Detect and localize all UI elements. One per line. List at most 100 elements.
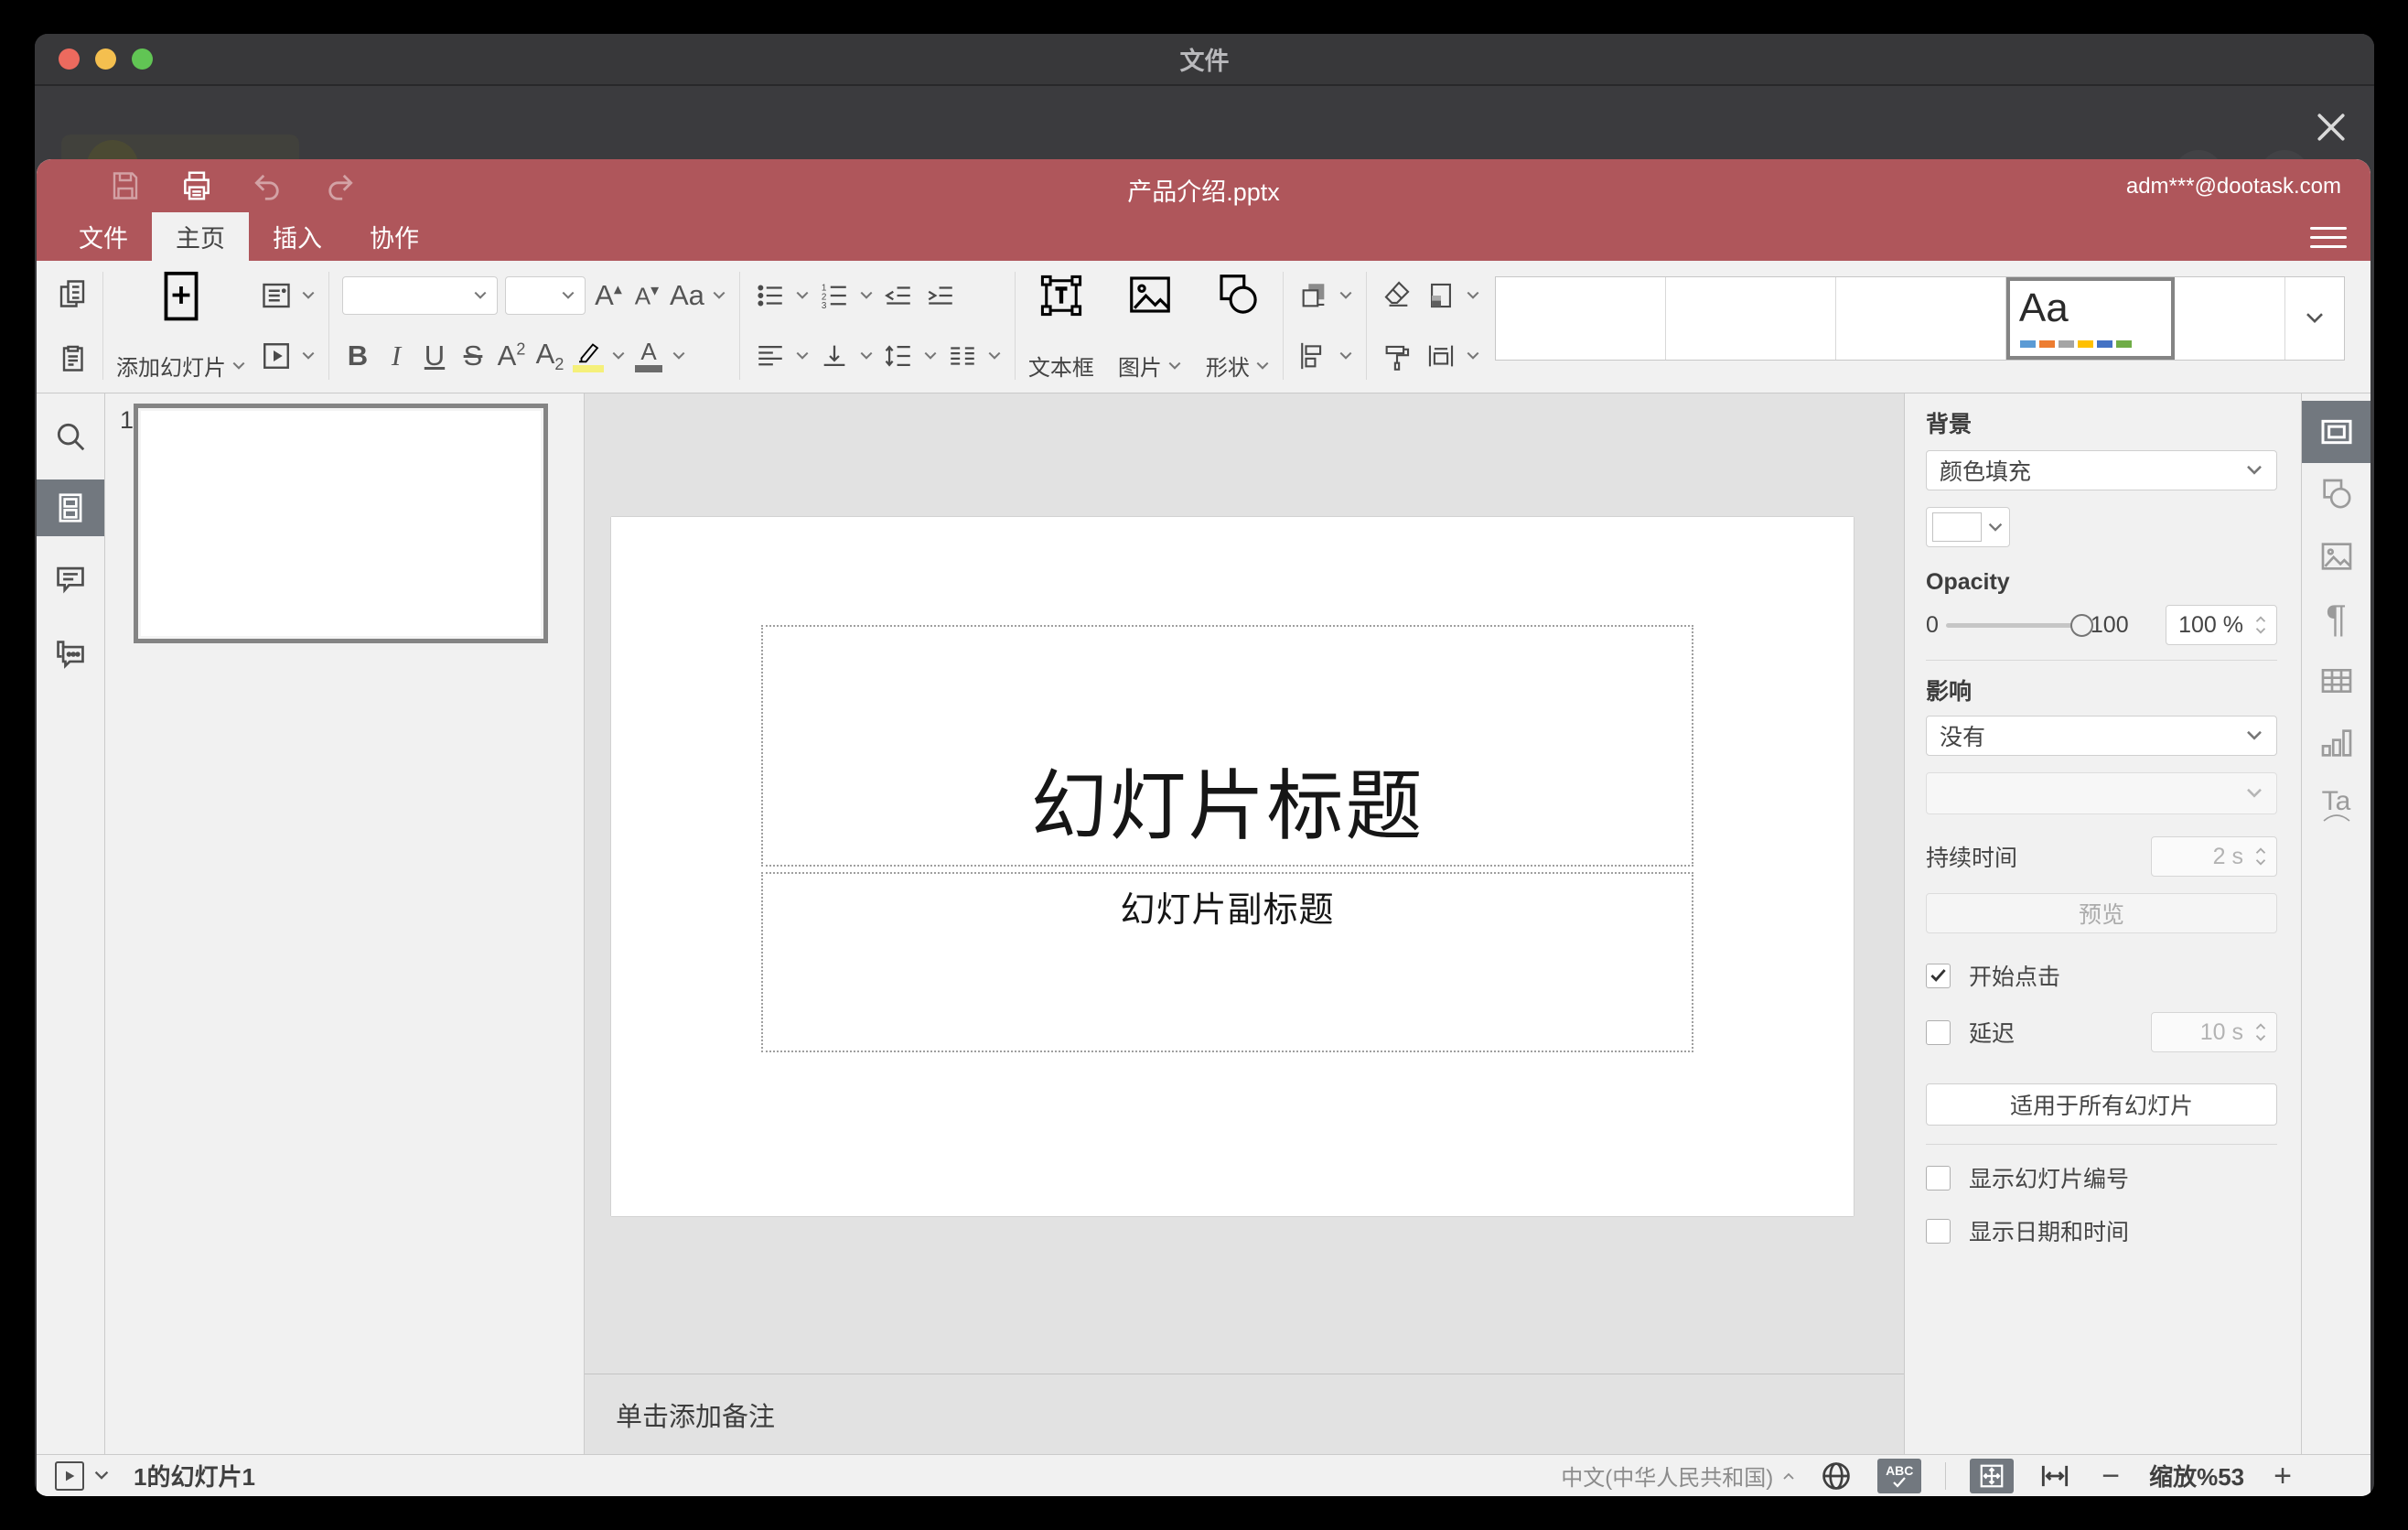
chevron-down-icon[interactable] xyxy=(93,1470,110,1482)
minimize-window-icon[interactable] xyxy=(95,48,116,70)
slide-canvas[interactable]: 幻灯片标题 幻灯片副标题 xyxy=(585,393,1904,1374)
slide-settings-tab[interactable] xyxy=(2302,401,2370,463)
textart-settings-tab[interactable]: Ta xyxy=(2302,774,2370,836)
theme-option[interactable] xyxy=(1836,277,2006,360)
start-on-click-checkbox[interactable] xyxy=(1926,963,1951,988)
paste-button[interactable] xyxy=(55,334,90,382)
chevron-down-icon[interactable] xyxy=(795,290,810,301)
chevron-down-icon[interactable] xyxy=(301,350,316,361)
insert-shape-button[interactable]: 形状 xyxy=(1206,270,1270,382)
decrease-font-button[interactable]: A▾ xyxy=(631,281,662,311)
theme-option[interactable] xyxy=(1666,277,1836,360)
chevron-down-icon[interactable] xyxy=(859,290,874,301)
preview-button[interactable]: 预览 xyxy=(1926,893,2277,933)
chevron-down-icon[interactable] xyxy=(923,350,938,361)
chevron-down-icon[interactable] xyxy=(1466,350,1480,361)
show-date-checkbox[interactable] xyxy=(1926,1218,1951,1244)
theme-option[interactable] xyxy=(2175,277,2284,360)
chevron-down-icon[interactable] xyxy=(859,350,874,361)
bold-button[interactable]: B xyxy=(342,339,373,372)
slide-size-button[interactable] xyxy=(1424,332,1458,380)
comments-button[interactable] xyxy=(37,551,104,608)
font-size-input[interactable] xyxy=(505,276,586,315)
table-settings-tab[interactable] xyxy=(2302,650,2370,712)
search-button[interactable] xyxy=(37,408,104,465)
insert-textbox-button[interactable]: 文本框 xyxy=(1028,270,1094,382)
insert-image-button[interactable]: 图片 xyxy=(1118,270,1182,382)
change-case-button[interactable]: Aa xyxy=(670,279,704,312)
bullet-list-button[interactable] xyxy=(753,272,788,319)
columns-button[interactable] xyxy=(945,332,980,380)
duration-input[interactable]: 2 s xyxy=(2151,836,2277,877)
theme-gallery-expand-button[interactable] xyxy=(2284,277,2344,360)
show-slide-number-checkbox[interactable] xyxy=(1926,1165,1951,1191)
chevron-down-icon[interactable] xyxy=(987,350,1002,361)
chevron-down-icon[interactable] xyxy=(712,290,726,301)
language-selector[interactable]: 中文(中华人民共和国) xyxy=(1561,1460,1795,1492)
align-shape-button[interactable] xyxy=(1296,332,1331,380)
shape-settings-tab[interactable] xyxy=(2302,463,2370,525)
copy-button[interactable] xyxy=(55,270,90,318)
image-settings-tab[interactable] xyxy=(2302,525,2370,587)
chevron-down-icon[interactable] xyxy=(473,290,488,301)
horizontal-align-button[interactable] xyxy=(753,332,788,380)
strikethrough-button[interactable]: S xyxy=(457,339,489,372)
spellcheck-button[interactable]: ABC xyxy=(1877,1458,1922,1493)
subtitle-placeholder[interactable]: 幻灯片副标题 xyxy=(761,872,1693,1052)
vertical-align-button[interactable] xyxy=(817,332,852,380)
chevron-down-icon[interactable] xyxy=(672,350,686,361)
font-name-input[interactable] xyxy=(342,276,498,315)
menu-button[interactable] xyxy=(2310,220,2347,254)
decrease-indent-button[interactable] xyxy=(881,272,916,319)
effect-select[interactable]: 没有 xyxy=(1926,716,2277,756)
delay-input[interactable]: 10 s xyxy=(2151,1012,2277,1052)
chevron-down-icon[interactable] xyxy=(561,290,575,301)
increase-indent-button[interactable] xyxy=(923,272,958,319)
tab-home[interactable]: 主页 xyxy=(152,212,249,261)
start-slideshow-status-button[interactable] xyxy=(55,1460,84,1491)
clear-style-button[interactable] xyxy=(1380,270,1414,318)
increase-font-button[interactable]: A▴ xyxy=(593,279,624,312)
print-button[interactable] xyxy=(176,165,218,207)
copy-style-button[interactable] xyxy=(1380,334,1414,382)
tab-collaboration[interactable]: 协作 xyxy=(346,212,443,261)
slides-panel-button[interactable] xyxy=(37,479,104,536)
undo-button[interactable] xyxy=(247,165,289,207)
apply-to-all-slides-button[interactable]: 适用于所有幻灯片 xyxy=(1926,1083,2277,1126)
tab-insert[interactable]: 插入 xyxy=(249,212,346,261)
numbered-list-button[interactable]: 123 xyxy=(817,272,852,319)
italic-button[interactable]: I xyxy=(381,339,412,372)
delay-checkbox[interactable] xyxy=(1926,1019,1951,1045)
slide-thumbnail[interactable] xyxy=(134,404,548,643)
zoom-window-icon[interactable] xyxy=(132,48,153,70)
chevron-down-icon[interactable] xyxy=(611,350,626,361)
line-spacing-button[interactable] xyxy=(881,332,916,380)
theme-option[interactable] xyxy=(1496,277,1666,360)
arrange-shape-button[interactable] xyxy=(1296,272,1331,319)
paragraph-settings-tab[interactable]: ¶ xyxy=(2302,587,2370,650)
highlight-color-button[interactable] xyxy=(573,339,604,372)
zoom-out-button[interactable]: − xyxy=(2096,1460,2125,1492)
tab-file[interactable]: 文件 xyxy=(55,212,152,261)
opacity-value-input[interactable]: 100 % xyxy=(2166,605,2277,645)
redo-button[interactable] xyxy=(318,165,360,207)
chevron-down-icon[interactable] xyxy=(1466,290,1480,301)
slide[interactable]: 幻灯片标题 幻灯片副标题 xyxy=(611,517,1854,1216)
fit-to-width-button[interactable] xyxy=(2037,1459,2072,1493)
slide-layout-button[interactable] xyxy=(259,272,294,319)
background-fill-select[interactable]: 颜色填充 xyxy=(1926,450,2277,490)
close-dialog-button[interactable] xyxy=(2310,106,2352,148)
spinner-arrows[interactable] xyxy=(2254,846,2267,867)
spinner-arrows[interactable] xyxy=(2254,615,2267,635)
theme-option-selected[interactable]: Aa xyxy=(2005,277,2175,360)
document-language-button[interactable] xyxy=(1819,1459,1854,1493)
opacity-slider[interactable] xyxy=(1945,613,2093,637)
zoom-in-button[interactable]: + xyxy=(2268,1460,2297,1492)
chevron-down-icon[interactable] xyxy=(1338,290,1353,301)
chevron-down-icon[interactable] xyxy=(795,350,810,361)
fit-to-slide-button[interactable] xyxy=(1970,1458,2015,1493)
superscript-button[interactable]: A2 xyxy=(496,339,527,372)
font-color-button[interactable]: A xyxy=(633,339,664,372)
chevron-down-icon[interactable] xyxy=(301,290,316,301)
color-scheme-button[interactable] xyxy=(1424,272,1458,319)
